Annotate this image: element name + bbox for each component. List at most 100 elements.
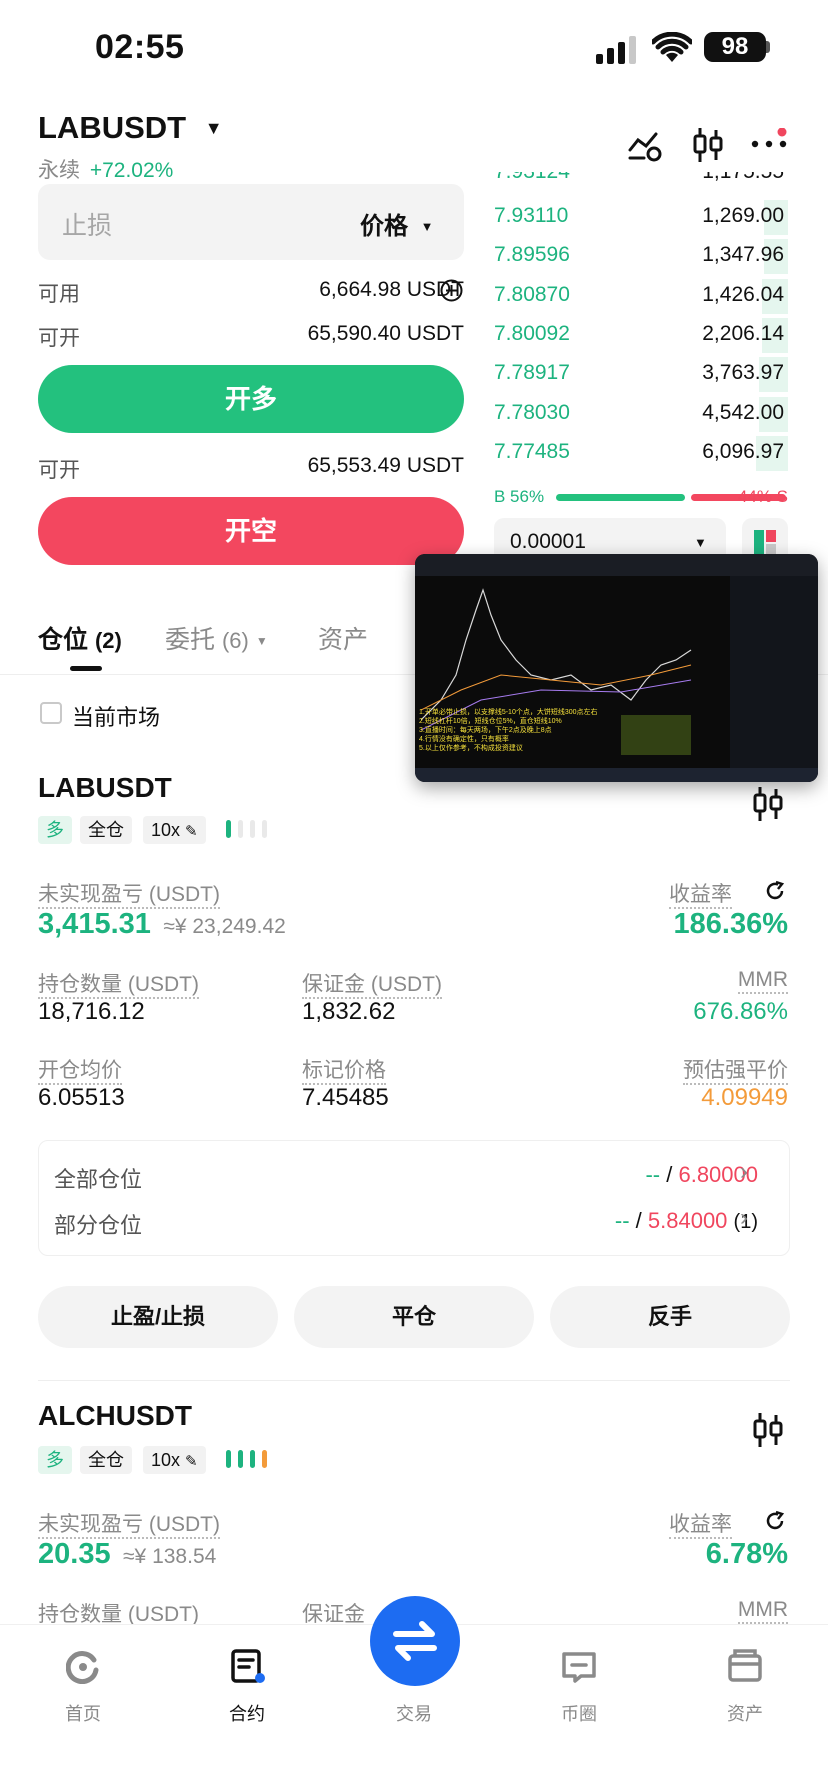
pair-name: LABUSDT: [38, 110, 187, 145]
mmr-label: MMR: [737, 1598, 788, 1624]
wallet-icon[interactable]: [727, 1648, 763, 1684]
pair-selector[interactable]: LABUSDT ▼: [38, 110, 223, 146]
contract-icon[interactable]: [230, 1648, 266, 1684]
chevron-right-icon: ›: [740, 1158, 748, 1185]
orderbook-clipped-row: 7.93124 1,175.55: [494, 172, 788, 186]
video-toolbar: [415, 554, 818, 576]
tpsl-partial-tp: --: [614, 1208, 630, 1233]
nav-assets[interactable]: 资产: [695, 1700, 795, 1726]
caption-line: 2.短线杠杆10倍，短线仓位5%，直仓短线10%: [419, 718, 562, 725]
orderbook-qty: 6,096.97: [702, 439, 784, 463]
nav-community[interactable]: 币圈: [529, 1700, 629, 1726]
orderbook-price: 7.93110: [494, 204, 569, 227]
pnl-cny-value: ≈¥ 138.54: [123, 1545, 217, 1568]
margin-mode-badge: 全仓: [80, 816, 132, 844]
close-position-button[interactable]: 平仓: [294, 1286, 534, 1348]
status-time: 02:55: [95, 28, 185, 66]
roe-label: 收益率: [669, 1513, 732, 1539]
caption-line: 4.行情没有确定性，只有概率: [419, 736, 509, 743]
chevron-down-icon: ▼: [694, 535, 707, 550]
contract-type: 永续: [38, 159, 80, 182]
mmr-label: MMR: [737, 968, 788, 994]
entry-price-label: 开仓均价: [38, 1059, 122, 1085]
tpsl-partial-row[interactable]: -- / 5.84000 (1): [615, 1208, 758, 1234]
active-tab-indicator: [70, 666, 102, 671]
add-funds-icon[interactable]: [440, 279, 463, 302]
orderbook-row[interactable]: 7.89596 1,347.96: [494, 237, 788, 276]
sell-ratio-label: 44% S: [737, 487, 788, 506]
pnl-value: 20.35: [38, 1538, 111, 1570]
video-sidebar: [730, 576, 818, 782]
leverage-badge[interactable]: 10x ✎: [143, 1446, 206, 1474]
leverage-value: 10x: [151, 1450, 181, 1470]
orderbook-row[interactable]: 7.80870 1,426.04: [494, 277, 788, 316]
risk-level-indicator: [226, 1448, 282, 1470]
open-short-button[interactable]: 开空: [38, 497, 464, 565]
tpsl-partial-label: 部分仓位: [54, 1213, 143, 1238]
chevron-down-icon: ▼: [420, 219, 434, 234]
pnl-value: 3,415.31: [38, 908, 151, 940]
tpsl-all-label: 全部仓位: [54, 1167, 143, 1192]
tpsl-partial-sl: 5.84000: [647, 1208, 728, 1233]
margin-label: 保证金 (USDT): [302, 973, 442, 999]
home-icon[interactable]: [65, 1650, 100, 1685]
pnl-cny-value: ≈¥ 23,249.42: [163, 915, 286, 938]
buy-ratio-bar: [556, 494, 685, 501]
mmr-value: 676.86%: [693, 998, 788, 1025]
video-caption: 1.开单必带止损，以支撑线5-10个点，大饼短线300点左右 2.短线杠杆10倍…: [419, 708, 679, 753]
floating-video-window[interactable]: 1.开单必带止损，以支撑线5-10个点，大饼短线300点左右 2.短线杠杆10倍…: [415, 554, 818, 782]
nav-contract[interactable]: 合约: [197, 1700, 297, 1726]
leverage-value: 10x: [151, 820, 181, 840]
open-long-label: 可开: [38, 327, 80, 350]
edit-icon: ✎: [185, 1453, 198, 1470]
unrealized-pnl: 3,415.31 ≈¥ 23,249.42: [38, 908, 286, 941]
caption-line: 1.开单必带止损，以支撑线5-10个点，大饼短线300点左右: [419, 709, 598, 716]
chevron-right-icon: ›: [740, 1204, 748, 1231]
orderbook-row[interactable]: 7.80092 2,206.14: [494, 316, 788, 355]
trade-fab-button[interactable]: [370, 1596, 460, 1686]
refresh-icon[interactable]: [764, 1510, 786, 1532]
orderbook-row[interactable]: 7.77485 6,096.97: [494, 434, 788, 473]
entry-price-value: 6.05513: [38, 1084, 125, 1111]
reverse-position-button[interactable]: 反手: [550, 1286, 790, 1348]
video-taskbar: [415, 768, 818, 782]
size-label: 持仓数量 (USDT): [38, 973, 199, 999]
candlestick-chart-icon[interactable]: [692, 126, 724, 164]
community-icon[interactable]: [561, 1650, 597, 1684]
nav-trade[interactable]: 交易: [364, 1700, 464, 1726]
tab-orders[interactable]: 委托 (6) ▼: [165, 620, 268, 656]
orderbook-row[interactable]: 7.78030 4,542.00: [494, 395, 788, 434]
position-symbol: ALCHUSDT: [38, 1400, 192, 1431]
battery-tip: [766, 41, 770, 53]
tpsl-button[interactable]: 止盈/止损: [38, 1286, 278, 1348]
pair-subtitle: 永续 +72.02%: [38, 154, 173, 184]
nav-home[interactable]: 首页: [33, 1700, 133, 1726]
orderbook-price: 7.78917: [494, 361, 570, 385]
orderbook-price: 7.78030: [494, 400, 570, 424]
tab-assets[interactable]: 资产: [318, 620, 368, 656]
tpsl-all-tp: --: [645, 1162, 661, 1187]
chart-icon[interactable]: [752, 1412, 784, 1448]
leverage-badge[interactable]: 10x ✎: [143, 816, 206, 844]
orderbook-price: 7.80870: [494, 282, 570, 306]
buy-sell-ratio: B 56% 44% S: [494, 487, 788, 508]
current-market-checkbox[interactable]: [40, 702, 62, 724]
roe-value: 186.36%: [673, 908, 789, 940]
orderbook-price: 7.89596: [494, 243, 570, 267]
orderbook-row[interactable]: 7.78917 3,763.97: [494, 355, 788, 394]
chart-icon[interactable]: [752, 786, 784, 822]
risk-level-indicator: [226, 818, 282, 840]
size-value: 18,716.12: [38, 998, 145, 1025]
current-market-label: 当前市场: [72, 705, 161, 730]
more-menu-icon[interactable]: [750, 127, 790, 158]
position-divider: [38, 1380, 790, 1381]
strategy-icon[interactable]: [628, 128, 664, 162]
tab-positions-label: 仓位: [38, 626, 89, 654]
refresh-icon[interactable]: [764, 880, 786, 902]
precision-value: 0.00001: [510, 530, 586, 553]
price-type-dropdown[interactable]: 价格 ▼: [360, 206, 434, 241]
position-symbol: LABUSDT: [38, 772, 172, 803]
tab-positions[interactable]: 仓位 (2): [38, 620, 122, 656]
open-long-button[interactable]: 开多: [38, 365, 464, 433]
orderbook-row[interactable]: 7.93110 1,269.00: [494, 198, 788, 237]
